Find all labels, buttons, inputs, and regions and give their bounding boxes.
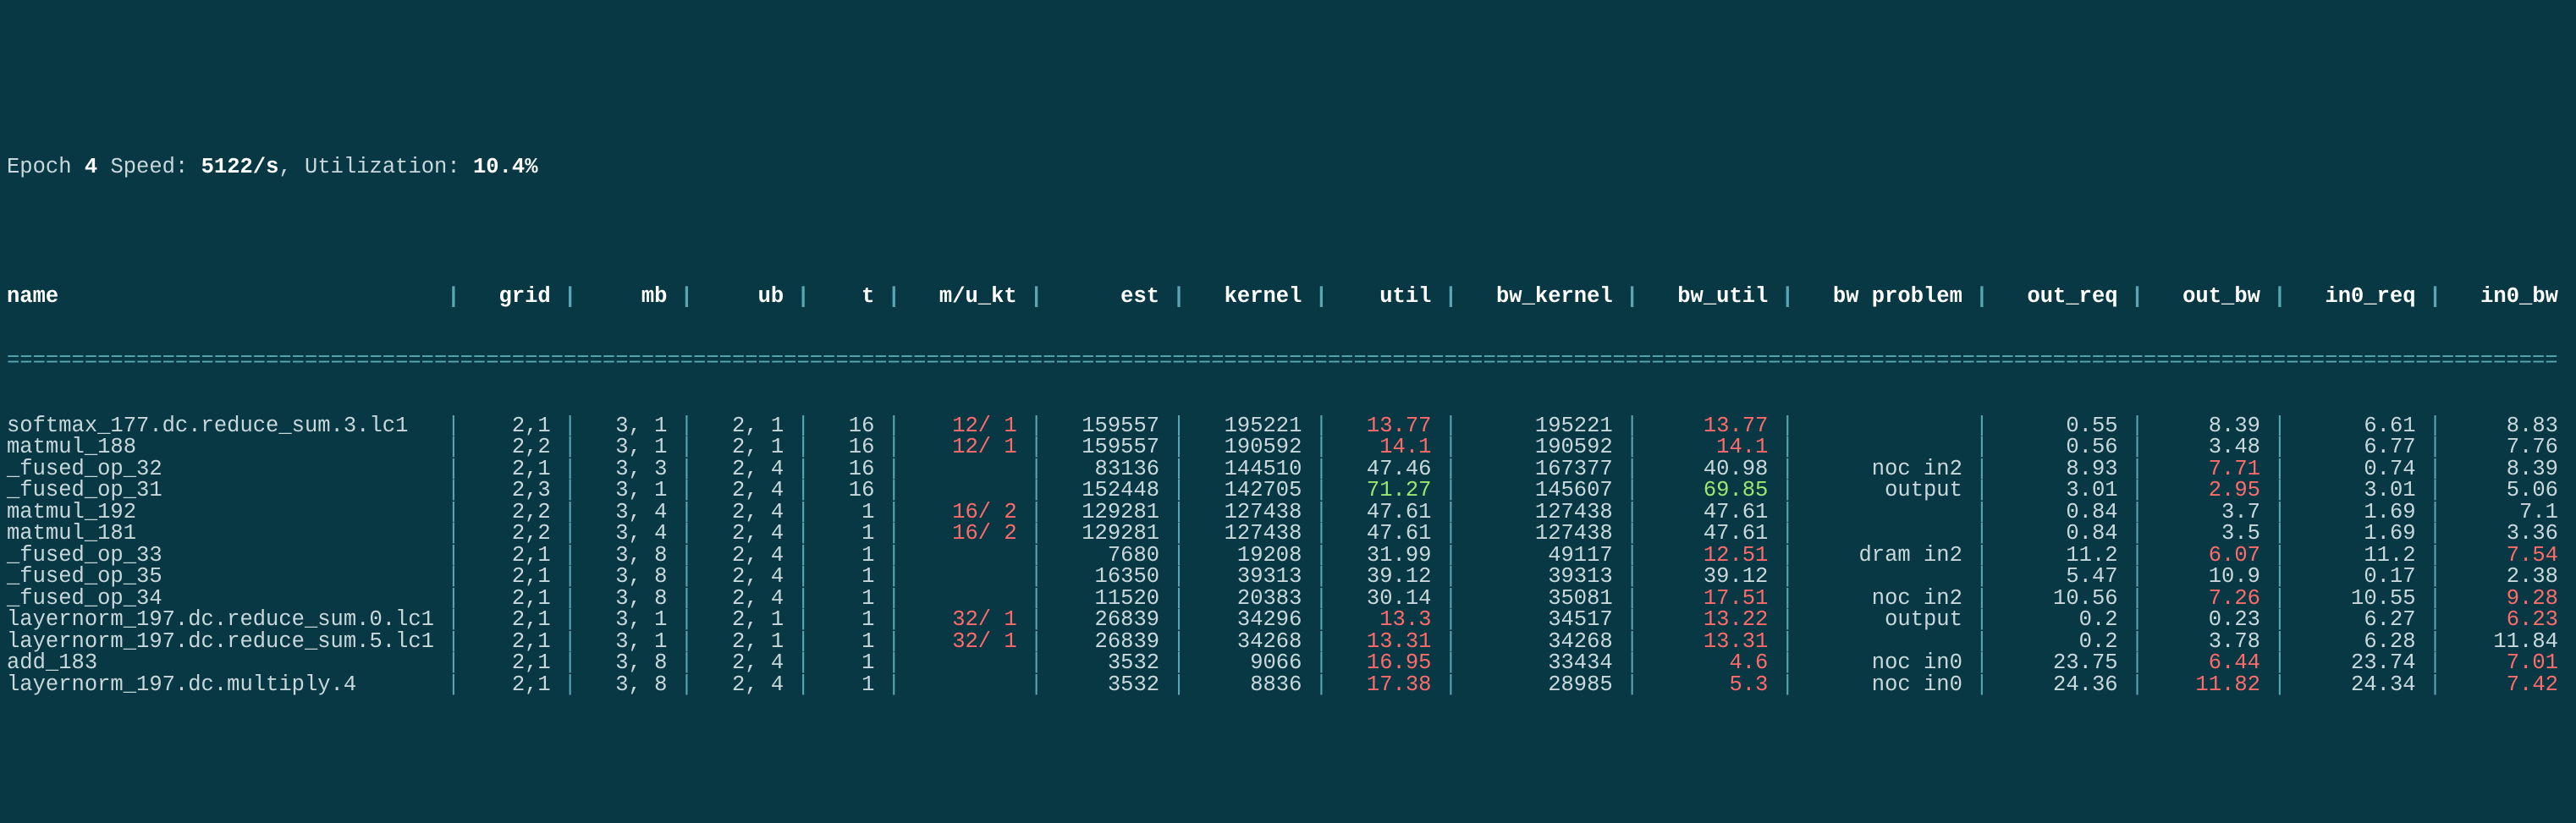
col-grid: grid bbox=[473, 284, 551, 309]
col-t: t bbox=[823, 284, 874, 309]
table-row: layernorm_197.dc.reduce_sum.5.lc1 | 2,1 … bbox=[7, 631, 2569, 653]
table-row: layernorm_197.dc.multiply.4 | 2,1 | 3, 8… bbox=[7, 674, 2569, 696]
column-separator: | bbox=[667, 672, 706, 697]
column-separator: | bbox=[1768, 672, 1807, 697]
cell-util: 17.38 bbox=[1340, 672, 1431, 697]
column-separator: | bbox=[1431, 672, 1470, 697]
table-row: _fused_op_33 | 2,1 | 3, 8 | 2, 4 | 1 | |… bbox=[7, 545, 2569, 567]
table-row: _fused_op_35 | 2,1 | 3, 8 | 2, 4 | 1 | |… bbox=[7, 566, 2569, 588]
col-ub: ub bbox=[706, 284, 784, 309]
col-out-bw: out_bw bbox=[2157, 284, 2260, 309]
col-est: est bbox=[1056, 284, 1159, 309]
cell-in0-req: 24.34 bbox=[2299, 672, 2416, 697]
col-bw-kernel: bw_kernel bbox=[1470, 284, 1612, 309]
column-separator: | bbox=[784, 284, 823, 309]
terminal-screen: Epoch 4 Speed: 5122/s, Utilization: 10.4… bbox=[0, 108, 2576, 716]
column-separator: | bbox=[1613, 284, 1652, 309]
col-util: util bbox=[1340, 284, 1431, 309]
column-separator: | bbox=[1431, 284, 1470, 309]
col-m-u-kt: m/u_kt bbox=[913, 284, 1016, 309]
col-name: name bbox=[7, 284, 434, 309]
cell-mb: 3, 8 bbox=[590, 672, 668, 697]
cell-bw-problem: noc in0 bbox=[1807, 672, 1962, 697]
table-row: layernorm_197.dc.reduce_sum.0.lc1 | 2,1 … bbox=[7, 609, 2569, 631]
column-separator: | bbox=[1768, 284, 1807, 309]
table-rule: ========================================… bbox=[7, 350, 2569, 372]
table-row: _fused_op_32 | 2,1 | 3, 3 | 2, 4 | 16 | … bbox=[7, 458, 2569, 480]
table-row: add_183 | 2,1 | 3, 8 | 2, 4 | 1 | | 3532… bbox=[7, 652, 2569, 674]
table-row: _fused_op_34 | 2,1 | 3, 8 | 2, 4 | 1 | |… bbox=[7, 588, 2569, 610]
table-row: _fused_op_31 | 2,3 | 3, 1 | 2, 4 | 16 | … bbox=[7, 480, 2569, 502]
column-separator: | bbox=[2260, 672, 2299, 697]
table-row: matmul_192 | 2,2 | 3, 4 | 2, 4 | 1 | 16/… bbox=[7, 502, 2569, 524]
cell-in0-bw: 7.42 bbox=[2455, 672, 2558, 697]
column-separator: | bbox=[1613, 672, 1652, 697]
column-separator: | bbox=[2260, 284, 2299, 309]
column-separator: | bbox=[874, 284, 913, 309]
column-separator: | bbox=[784, 672, 823, 697]
column-separator: | bbox=[874, 672, 913, 697]
blank-line bbox=[7, 221, 2569, 243]
speed-value: 5122/s bbox=[201, 155, 279, 179]
epoch-value: 4 bbox=[85, 155, 97, 179]
column-separator: | bbox=[1302, 672, 1340, 697]
col-in0-req: in0_req bbox=[2299, 284, 2416, 309]
cell-bw-kernel: 28985 bbox=[1470, 672, 1612, 697]
col-out-req: out_req bbox=[2001, 284, 2118, 309]
column-separator: | bbox=[434, 672, 473, 697]
column-separator: | bbox=[1159, 284, 1198, 309]
column-separator: | bbox=[667, 284, 706, 309]
util-label: Utilization: bbox=[305, 155, 460, 179]
table-row: matmul_181 | 2,2 | 3, 4 | 2, 4 | 1 | 16/… bbox=[7, 523, 2569, 545]
column-separator: | bbox=[1962, 672, 2001, 697]
table-header: name | grid | mb | ub | t | m/u_kt | est… bbox=[7, 286, 2569, 308]
col-bw-util: bw_util bbox=[1652, 284, 1769, 309]
cell-ub: 2, 4 bbox=[706, 672, 784, 697]
column-separator: | bbox=[2416, 672, 2455, 697]
column-separator: | bbox=[1017, 672, 1056, 697]
cell-out-bw: 11.82 bbox=[2157, 672, 2260, 697]
col-mb: mb bbox=[590, 284, 668, 309]
column-separator: | bbox=[1159, 672, 1198, 697]
col-in0-bw: in0_bw bbox=[2455, 284, 2558, 309]
status-line: Epoch 4 Speed: 5122/s, Utilization: 10.4… bbox=[7, 156, 2569, 178]
col-kernel: kernel bbox=[1198, 284, 1302, 309]
table-row: softmax_177.dc.reduce_sum.3.lc1 | 2,1 | … bbox=[7, 415, 2569, 437]
cell-bw-util: 5.3 bbox=[1652, 672, 1769, 697]
cell-grid: 2,1 bbox=[473, 672, 551, 697]
column-separator: | bbox=[1962, 284, 2001, 309]
column-separator: | bbox=[2118, 672, 2157, 697]
table-row: matmul_188 | 2,2 | 3, 1 | 2, 1 | 16 | 12… bbox=[7, 436, 2569, 458]
cell-kernel: 8836 bbox=[1198, 672, 1302, 697]
column-separator: | bbox=[2416, 284, 2455, 309]
column-separator: | bbox=[1017, 284, 1056, 309]
cell-out-req: 24.36 bbox=[2001, 672, 2118, 697]
column-separator: | bbox=[434, 284, 473, 309]
column-separator: | bbox=[551, 672, 590, 697]
column-separator: | bbox=[551, 284, 590, 309]
cell-name: layernorm_197.dc.multiply.4 bbox=[7, 672, 434, 697]
epoch-label: Epoch bbox=[7, 155, 72, 179]
table-body: softmax_177.dc.reduce_sum.3.lc1 | 2,1 | … bbox=[7, 415, 2569, 696]
column-separator: | bbox=[2118, 284, 2157, 309]
col-bw-problem: bw problem bbox=[1807, 284, 1962, 309]
speed-label: Speed: bbox=[110, 155, 188, 179]
column-separator: | bbox=[1302, 284, 1340, 309]
cell-t: 1 bbox=[823, 672, 874, 697]
util-value: 10.4% bbox=[473, 155, 538, 179]
cell-est: 3532 bbox=[1056, 672, 1159, 697]
cell-mukt bbox=[913, 672, 1016, 697]
